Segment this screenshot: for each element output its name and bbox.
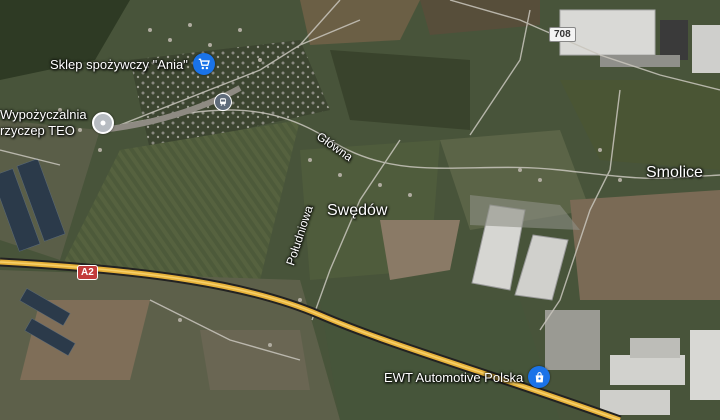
poi-ewt[interactable]: EWT Automotive Polska <box>384 366 551 388</box>
poi-shop-label: Sklep spożywczy "Ania" <box>50 56 188 72</box>
location-pin-icon[interactable] <box>91 112 114 134</box>
poi-ewt-label: EWT Automotive Polska <box>384 369 524 385</box>
place-label-smolice[interactable]: Smolice <box>646 164 703 182</box>
highway-a2-shield: A2 <box>77 265 98 280</box>
poi-shop[interactable]: Sklep spożywczy "Ania" <box>50 53 215 75</box>
route-708-shield: 708 <box>549 27 576 42</box>
shopping-cart-icon[interactable] <box>192 53 215 75</box>
shopping-bag-icon[interactable] <box>528 366 551 388</box>
train-station-icon[interactable] <box>214 93 232 111</box>
map-canvas[interactable]: Swędów Smolice Sklep spożywczy "Ania" Wy… <box>0 0 720 420</box>
place-label-swedow[interactable]: Swędów <box>327 202 387 220</box>
poi-rental-label: Wypożyczalnia rzyczep TEO <box>0 107 87 138</box>
poi-rental[interactable]: Wypożyczalnia rzyczep TEO <box>0 107 114 139</box>
